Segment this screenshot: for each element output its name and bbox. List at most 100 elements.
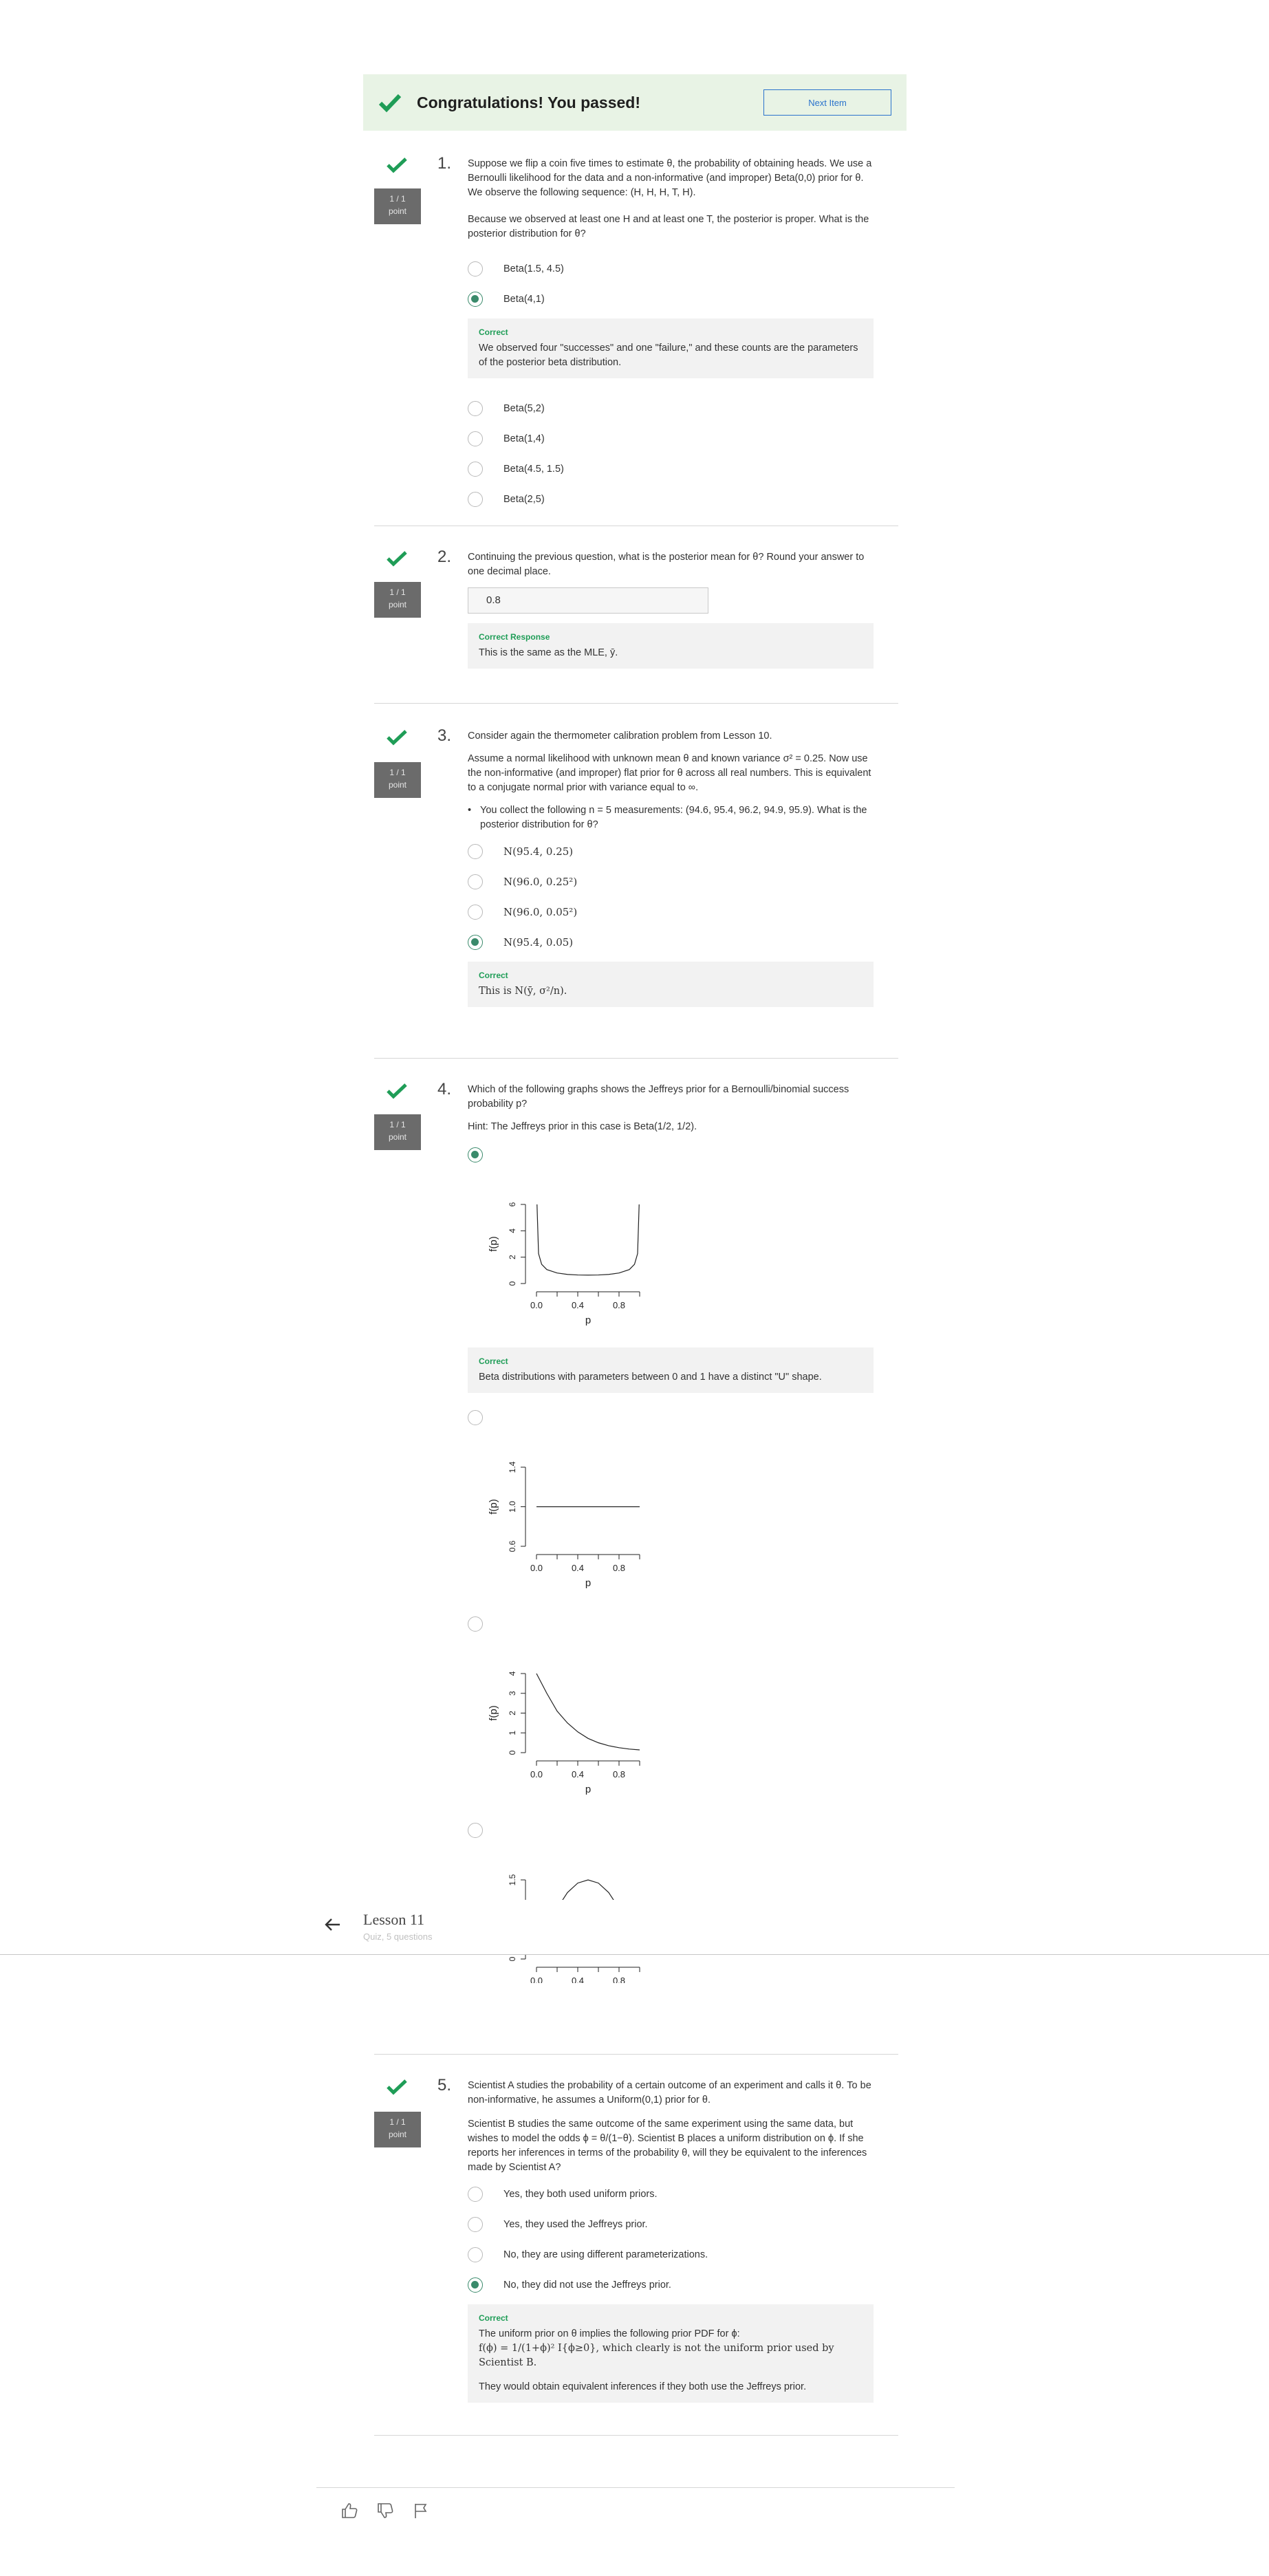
feedback-box: Correct Response This is the same as the… [468, 623, 874, 669]
check-icon [387, 158, 407, 173]
option-4[interactable]: Beta(1,4) [468, 424, 874, 454]
option-4[interactable]: No, they did not use the Jeffreys prior. [468, 2270, 874, 2300]
question-3: 1 / 1 point 3. Consider again the thermo… [374, 726, 897, 1043]
radio-button[interactable] [468, 2247, 483, 2262]
question-prompt: Scientist B studies the same outcome of … [468, 2119, 867, 2173]
x-tick-label: 0.4 [572, 1300, 584, 1310]
question-2: 1 / 1 point 2. Continuing the previous q… [374, 548, 897, 685]
pass-title: Congratulations! You passed! [417, 93, 641, 111]
points-badge: 1 / 1 point [374, 1114, 421, 1150]
back-arrow-icon[interactable] [323, 1915, 343, 1934]
question-prompt: Consider again the thermometer calibrati… [468, 730, 772, 742]
y-tick-label: 0.6 [508, 1540, 517, 1552]
radio-button[interactable] [468, 401, 483, 416]
thumbs-down-icon[interactable] [376, 2501, 395, 2520]
y-tick-label: 6 [508, 1202, 517, 1206]
x-axis-label: p [585, 1314, 591, 1326]
option-5[interactable]: Beta(4.5, 1.5) [468, 454, 874, 484]
divider [374, 1058, 898, 1059]
feedback-box: Correct We observed four "successes" and… [468, 318, 874, 378]
series-line [536, 1204, 640, 1276]
x-tick-label: 0.4 [572, 1769, 584, 1779]
radio-button[interactable] [468, 492, 483, 507]
radio-button[interactable] [468, 844, 483, 859]
option-4[interactable] [468, 1815, 874, 1846]
question-1: 1 / 1 point 1. Suppose we flip a coin fi… [374, 154, 897, 526]
option-2[interactable]: N(96.0, 0.25²) [468, 867, 874, 897]
footer-divider [316, 2487, 955, 2488]
radio-button-selected[interactable] [468, 1147, 483, 1162]
feedback-icons [340, 2501, 431, 2520]
option-2[interactable]: Yes, they used the Jeffreys prior. [468, 2209, 874, 2240]
points-badge: 1 / 1 point [374, 188, 421, 224]
radio-button-selected[interactable] [468, 935, 483, 950]
question-number: 3. [437, 726, 452, 745]
radio-button[interactable] [468, 1823, 483, 1838]
question-5: 1 / 1 point 5. Scientist A studies the p… [374, 2076, 897, 2434]
series-line [536, 1673, 640, 1751]
chart-option-2: 0.0 0.4 0.8 p 0.6 1.0 1.4 f(p) [488, 1461, 640, 1589]
y-tick-label: 2 [508, 1711, 517, 1715]
y-tick-label: 3 [508, 1691, 517, 1696]
option-3[interactable]: No, they are using different parameteriz… [468, 2240, 874, 2270]
radio-button[interactable] [468, 2217, 483, 2232]
y-axis-label: f(p) [488, 1236, 499, 1252]
lesson-subtitle: Quiz, 5 questions [363, 1931, 433, 1942]
thumbs-up-icon[interactable] [340, 2501, 359, 2520]
y-tick-label: 1.5 [508, 1874, 517, 1885]
question-number: 5. [437, 2076, 452, 2095]
radio-button[interactable] [468, 874, 483, 889]
next-item-button[interactable]: Next Item [763, 89, 891, 116]
x-tick-label: 0.8 [613, 1769, 625, 1779]
radio-button-selected[interactable] [468, 2277, 483, 2293]
option-3[interactable]: Beta(5,2) [468, 393, 874, 424]
y-tick-label: 4 [508, 1671, 517, 1676]
radio-button[interactable] [468, 1616, 483, 1632]
question-prompt: Suppose we flip a coin five times to est… [468, 158, 872, 198]
pass-banner: Congratulations! You passed! Next Item [363, 74, 907, 131]
option-4[interactable]: N(95.4, 0.05) [468, 927, 874, 957]
divider [374, 2054, 898, 2055]
question-number: 1. [437, 154, 452, 173]
radio-button[interactable] [468, 431, 483, 446]
question-prompt: Continuing the previous question, what i… [468, 552, 865, 577]
x-tick-label: 0.8 [613, 1300, 625, 1310]
question-4: 1 / 1 point 4. Which of the following gr… [374, 1080, 897, 2029]
radio-button[interactable] [468, 462, 483, 477]
x-tick-label: 0.8 [613, 1976, 625, 1983]
radio-button[interactable] [468, 261, 483, 277]
option-1[interactable] [468, 1140, 874, 1170]
answer-input[interactable]: 0.8 [468, 587, 708, 614]
radio-button[interactable] [468, 1410, 483, 1425]
divider [374, 2435, 898, 2436]
option-2[interactable]: Beta(4,1) [468, 284, 874, 314]
option-6[interactable]: Beta(2,5) [468, 484, 874, 515]
y-tick-label: 0 [508, 1281, 517, 1286]
radio-button[interactable] [468, 2187, 483, 2202]
x-tick-label: 0.0 [530, 1976, 543, 1983]
points-badge: 1 / 1 point [374, 2112, 421, 2147]
option-3[interactable]: N(96.0, 0.05²) [468, 897, 874, 927]
feedback-box: Correct This is N(ȳ, σ²/n). [468, 962, 874, 1007]
feedback-box: Correct Beta distributions with paramete… [468, 1347, 874, 1393]
x-axis-label: p [585, 1784, 591, 1795]
x-tick-label: 0.0 [530, 1563, 543, 1573]
option-1[interactable]: Yes, they both used uniform priors. [468, 2179, 874, 2209]
bullet-dot: • [468, 805, 472, 816]
check-icon [378, 94, 402, 113]
radio-button[interactable] [468, 905, 483, 920]
x-tick-label: 0.0 [530, 1300, 543, 1310]
radio-button-selected[interactable] [468, 292, 483, 307]
option-1[interactable]: Beta(1.5, 4.5) [468, 254, 874, 284]
option-1[interactable]: N(95.4, 0.25) [468, 836, 874, 867]
points-badge: 1 / 1 point [374, 762, 421, 798]
question-prompt: Scientist A studies the probability of a… [468, 2080, 871, 2106]
x-tick-label: 0.4 [572, 1976, 584, 1983]
lesson-header-bar: Lesson 11 Quiz, 5 questions [0, 1900, 1269, 1955]
lesson-title: Lesson 11 [363, 1911, 425, 1928]
option-3[interactable] [468, 1609, 874, 1639]
x-axis-label: p [585, 1577, 591, 1589]
flag-icon[interactable] [411, 2501, 431, 2520]
question-prompt: Assume a normal likelihood with unknown … [468, 753, 871, 793]
option-2[interactable] [468, 1403, 874, 1433]
